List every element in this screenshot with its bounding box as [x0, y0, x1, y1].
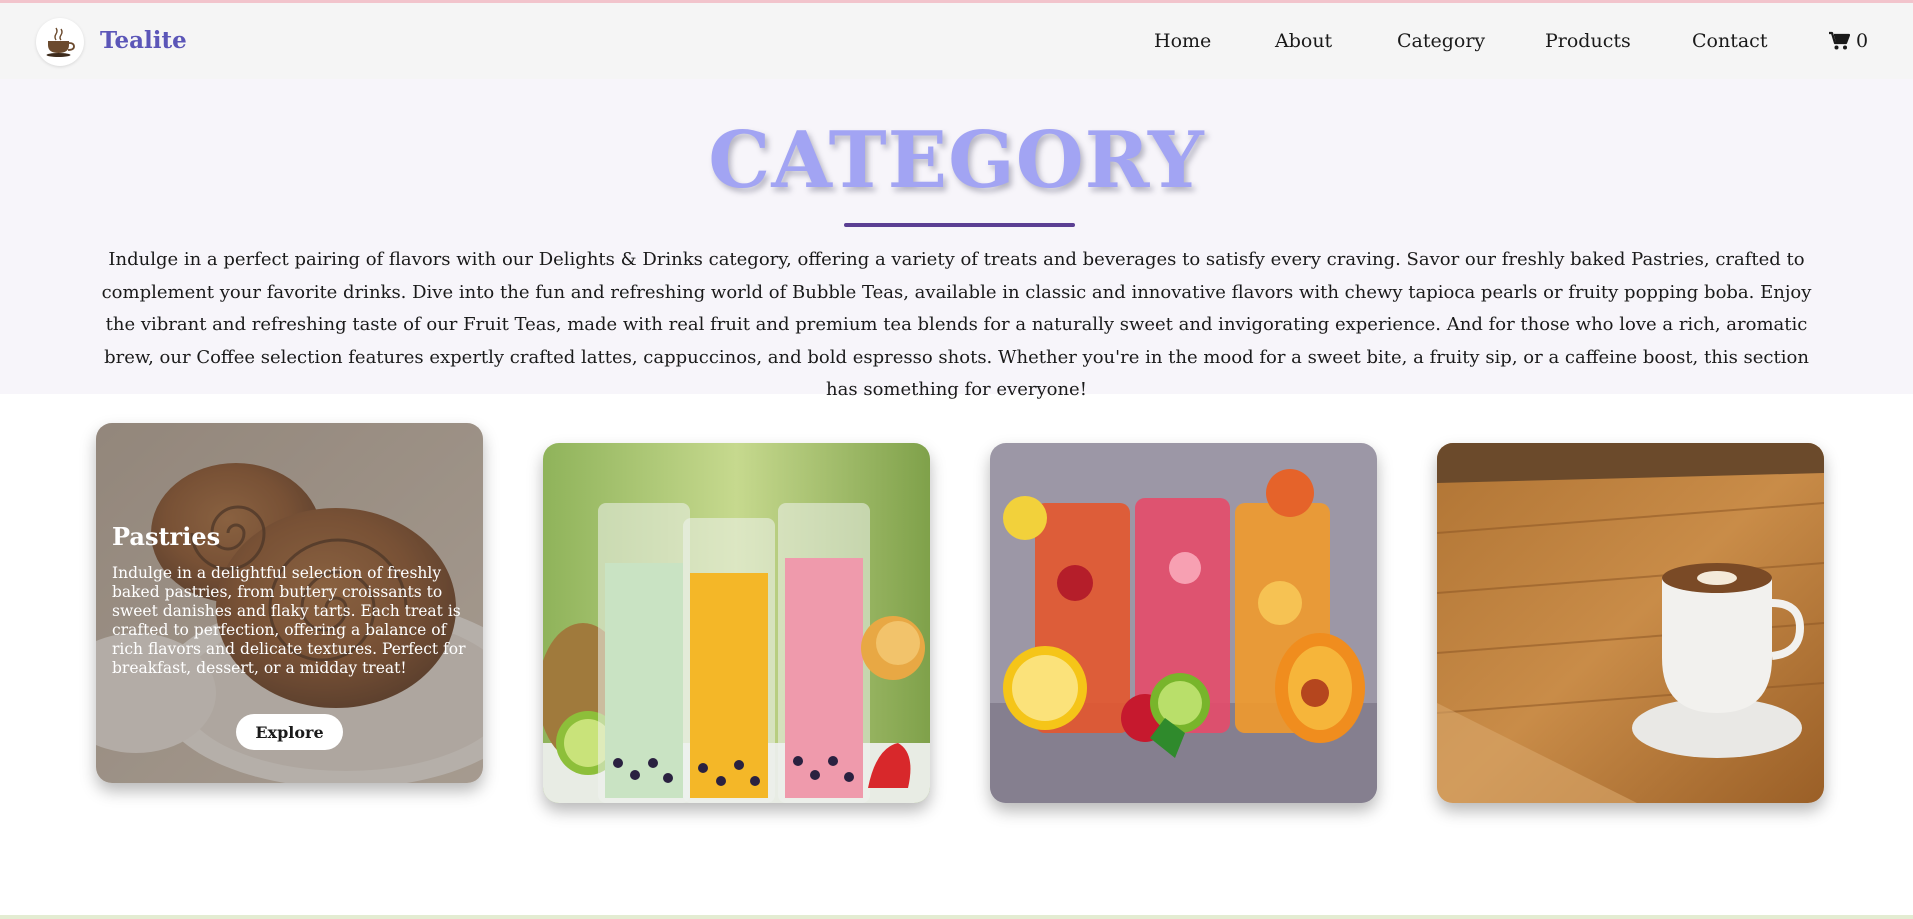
- coffee-photo: [1437, 443, 1824, 803]
- nav-home[interactable]: Home: [1154, 30, 1211, 52]
- card-fruit-tea[interactable]: [990, 443, 1377, 803]
- card-bubble-tea[interactable]: [543, 443, 930, 803]
- navbar: Tealite Home About Category Products Con…: [0, 3, 1913, 79]
- card-title: Pastries: [112, 522, 221, 551]
- cart-count: 0: [1856, 30, 1869, 52]
- explore-button[interactable]: Explore: [236, 714, 343, 750]
- card-description: Indulge in a delightful selection of fre…: [112, 564, 466, 677]
- cart-icon: [1829, 31, 1850, 50]
- title-underline: [844, 223, 1075, 227]
- card-coffee[interactable]: [1437, 443, 1824, 803]
- card-pastries[interactable]: Pastries Indulge in a delightful selecti…: [96, 423, 483, 783]
- nav-about[interactable]: About: [1275, 30, 1332, 52]
- category-header: CATEGORY Indulge in a perfect pairing of…: [0, 79, 1913, 400]
- brand-name[interactable]: Tealite: [100, 27, 187, 54]
- cart-button[interactable]: 0: [1828, 30, 1868, 52]
- tea-cup-icon: [46, 27, 75, 57]
- bubble-tea-photo: [543, 443, 930, 803]
- bottom-border: [0, 915, 1913, 919]
- fruit-tea-photo: [990, 443, 1377, 803]
- nav-products[interactable]: Products: [1545, 30, 1631, 52]
- category-description: Indulge in a perfect pairing of flavors …: [101, 249, 1812, 400]
- nav-category[interactable]: Category: [1397, 30, 1485, 52]
- page-title: CATEGORY: [708, 115, 1205, 206]
- logo[interactable]: [36, 18, 84, 66]
- nav-contact[interactable]: Contact: [1692, 30, 1767, 52]
